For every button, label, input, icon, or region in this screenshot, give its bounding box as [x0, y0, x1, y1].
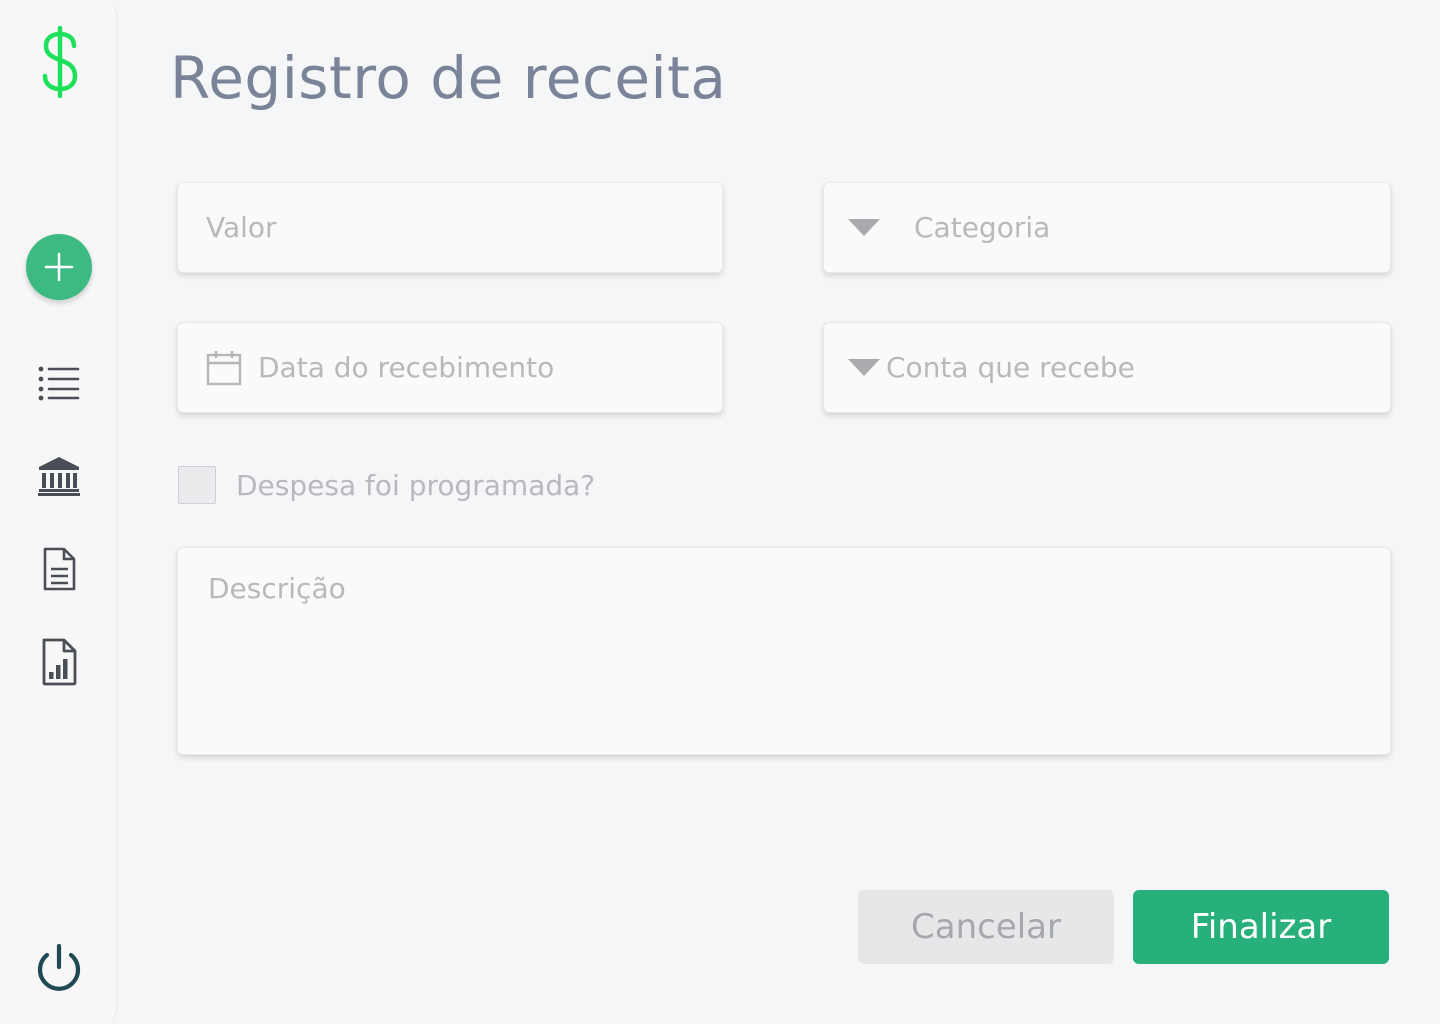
- list-icon: [38, 365, 80, 401]
- power-icon: [35, 943, 83, 995]
- conta-placeholder: Conta que recebe: [886, 351, 1135, 384]
- sidebar: [0, 0, 118, 1024]
- valor-input[interactable]: [206, 211, 722, 244]
- page-title: Registro de receita: [170, 44, 727, 112]
- add-button[interactable]: [26, 234, 92, 300]
- cancel-button[interactable]: Cancelar: [858, 890, 1114, 964]
- categoria-select[interactable]: Categoria: [823, 182, 1391, 273]
- categoria-placeholder: Categoria: [914, 211, 1051, 244]
- document-icon: [42, 547, 76, 591]
- dollar-sign-icon: [36, 22, 84, 102]
- finish-button[interactable]: Finalizar: [1133, 890, 1389, 964]
- programada-checkbox[interactable]: [178, 466, 216, 504]
- data-recebimento-field[interactable]: [177, 322, 723, 413]
- data-recebimento-input[interactable]: [258, 351, 722, 384]
- sidebar-item-documents[interactable]: [26, 536, 92, 602]
- sidebar-item-bank[interactable]: [26, 443, 92, 509]
- sidebar-item-list[interactable]: [26, 350, 92, 416]
- programada-row[interactable]: Despesa foi programada?: [178, 464, 595, 506]
- caret-down-icon: [848, 219, 880, 236]
- plus-icon: [44, 252, 74, 282]
- logout-button[interactable]: [26, 936, 92, 1002]
- report-chart-icon: [41, 638, 77, 686]
- sidebar-item-reports[interactable]: [26, 629, 92, 695]
- app-window: Registro de receita Categoria Conta que …: [0, 0, 1440, 1024]
- descricao-field[interactable]: [177, 547, 1391, 755]
- calendar-icon: [206, 350, 242, 386]
- conta-select[interactable]: Conta que recebe: [823, 322, 1391, 413]
- caret-down-icon: [848, 359, 880, 376]
- valor-field[interactable]: [177, 182, 723, 273]
- descricao-textarea[interactable]: [208, 572, 1360, 730]
- programada-label: Despesa foi programada?: [236, 468, 596, 502]
- bank-icon: [38, 456, 80, 496]
